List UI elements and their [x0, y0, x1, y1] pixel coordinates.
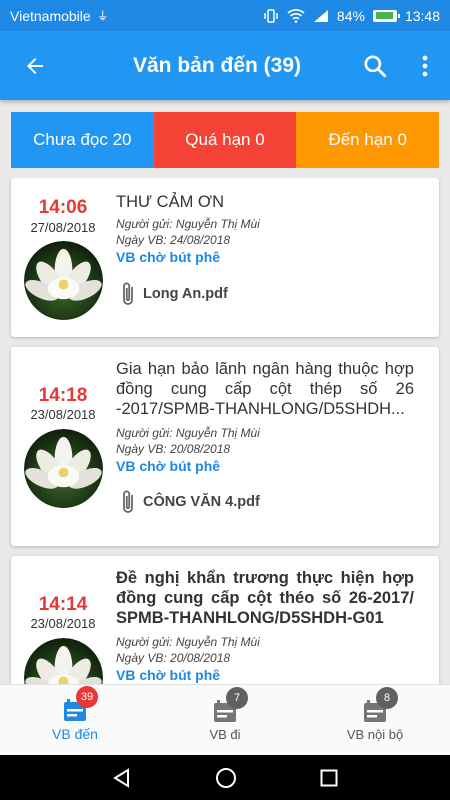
nav-label: VB đi	[209, 726, 241, 742]
usb-icon: ⏚	[96, 9, 109, 23]
paperclip-icon	[123, 490, 133, 513]
filter-due[interactable]: Đến hạn 0	[296, 112, 440, 168]
search-button[interactable]	[350, 31, 400, 100]
receive-date: 23/08/2018	[30, 407, 96, 422]
attachment-name: CÔNG VĂN 4.pdf	[143, 494, 260, 510]
filter-tabs: Chưa đọc 20 Quá hạn 0 Đến hạn 0	[11, 112, 440, 168]
nav-outgoing[interactable]: 7 VB đi	[150, 685, 300, 755]
nav-incoming[interactable]: 39 VB đến	[0, 685, 150, 755]
receive-time: 14:06	[38, 197, 88, 218]
sender-avatar	[24, 429, 103, 508]
document-date: Ngày VB: 20/08/2018	[116, 651, 231, 665]
filter-overdue[interactable]: Quá hạn 0	[153, 112, 297, 168]
attachment-link[interactable]: CÔNG VĂN 4.pdf	[121, 489, 260, 515]
status-bar: Vietnamobile ⏚ 84% 13:48	[0, 0, 450, 31]
document-title: Đề nghị khẩn trương thực hiện hợp đồng c…	[116, 569, 414, 627]
receive-date: 23/08/2018	[30, 616, 96, 631]
carrier-name: Vietnamobile	[10, 7, 91, 24]
nav-home-icon[interactable]	[215, 767, 237, 789]
bottom-navigation: 39 VB đến 7 VB đi 8 VB nội bộ	[0, 684, 450, 755]
nav-internal[interactable]: 8 VB nội bộ	[300, 685, 450, 755]
attachment-name: Long An.pdf	[143, 286, 228, 302]
nav-recents-icon[interactable]	[320, 769, 338, 787]
document-card[interactable]: 14:18 23/08/2018 Gia hạn bảo lãnh ngân h…	[11, 347, 439, 546]
document-list: 14:06 27/08/2018 THƯ CẢM ƠN Người gửi: N…	[0, 178, 450, 684]
sender-avatar	[24, 638, 103, 684]
nav-label: VB đến	[52, 726, 98, 742]
outgoing-count-badge: 7	[226, 686, 248, 709]
status-label: VB chờ bút phê	[116, 667, 221, 683]
back-button[interactable]	[0, 31, 70, 100]
filter-unread[interactable]: Chưa đọc 20	[11, 112, 154, 168]
document-date: Ngày VB: 20/08/2018	[116, 442, 231, 456]
sender: Người gửi: Nguyễn Thị Mùi	[116, 426, 260, 440]
app-bar: Văn bản đến (39)	[0, 31, 450, 100]
receive-date: 27/08/2018	[30, 220, 96, 235]
wifi-icon	[287, 8, 305, 23]
sender: Người gửi: Nguyễn Thị Mùi	[116, 635, 260, 649]
receive-time: 14:18	[38, 385, 88, 406]
status-label: VB chờ bút phê	[116, 458, 221, 474]
clock: 13:48	[404, 7, 440, 24]
battery-icon	[372, 9, 400, 22]
document-date: Ngày VB: 24/08/2018	[116, 233, 231, 247]
vibrate-icon	[264, 8, 278, 23]
battery-percent: 84%	[336, 7, 365, 24]
paperclip-icon	[123, 282, 133, 305]
internal-count-badge: 8	[376, 686, 398, 709]
sender-avatar	[24, 241, 103, 320]
signal-icon	[313, 9, 328, 22]
page-title: Văn bản đến (39)	[132, 53, 302, 77]
status-label: VB chờ bút phê	[116, 249, 221, 265]
nav-back-icon[interactable]	[112, 767, 132, 788]
nav-label: VB nội bộ	[346, 726, 404, 742]
document-card[interactable]: 14:14 23/08/2018 Đề nghị khẩn trương thự…	[11, 556, 439, 684]
more-vert-icon	[422, 55, 428, 76]
search-icon	[364, 54, 387, 77]
document-title: Gia hạn bảo lãnh ngân hàng thuộc hợp đồn…	[116, 360, 414, 418]
incoming-count-badge: 39	[76, 686, 98, 708]
system-navigation-bar	[0, 755, 450, 800]
back-arrow-icon	[27, 57, 43, 74]
receive-time: 14:14	[38, 594, 88, 615]
attachment-link[interactable]: Long An.pdf	[121, 281, 228, 307]
document-card[interactable]: 14:06 27/08/2018 THƯ CẢM ƠN Người gửi: N…	[11, 178, 439, 337]
more-options-button[interactable]	[400, 31, 450, 100]
sender: Người gửi: Nguyễn Thị Mùi	[116, 217, 260, 231]
document-title: THƯ CẢM ƠN	[116, 193, 224, 211]
